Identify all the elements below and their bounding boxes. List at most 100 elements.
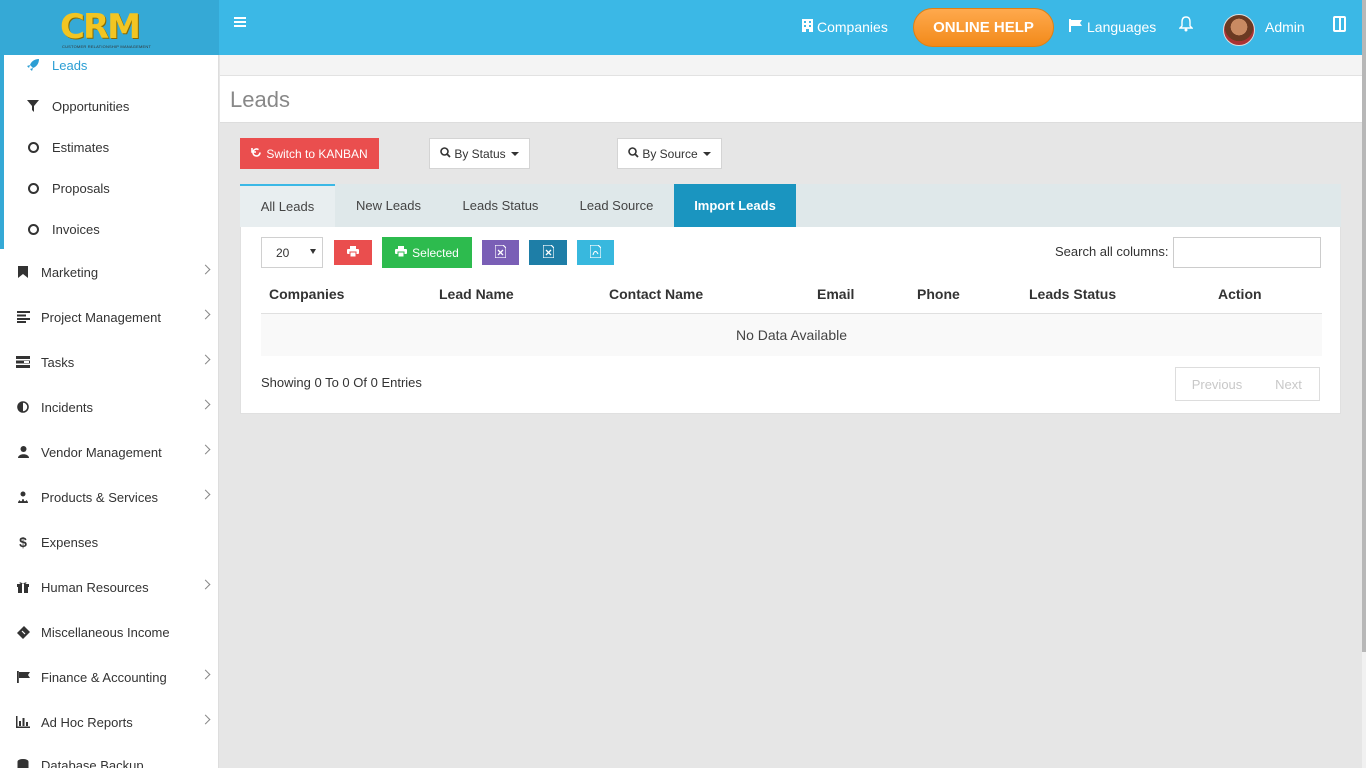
selected-label: Selected — [412, 245, 459, 260]
export-excel-button[interactable] — [482, 240, 519, 265]
companies-label: Companies — [817, 19, 888, 35]
hamburger-menu-icon[interactable] — [233, 15, 251, 33]
column-header-companies[interactable]: Companies — [269, 286, 344, 302]
sidebar-item-estimates[interactable]: Estimates — [26, 137, 109, 157]
sidebar-item-proposals[interactable]: Proposals — [26, 178, 110, 198]
sidebar-item-miscellaneous-income[interactable]: Miscellaneous Income — [16, 622, 211, 642]
sidebar-item-opportunities[interactable]: Opportunities — [26, 96, 129, 116]
tab-all-leads[interactable]: All Leads — [240, 184, 335, 227]
sidebar-toggle-icon[interactable] — [1333, 16, 1346, 32]
print-selected-button[interactable]: Selected — [382, 237, 472, 268]
file-excel-icon — [494, 243, 507, 261]
flag-icon — [1069, 19, 1083, 35]
print-icon — [395, 245, 408, 260]
sidebar-item-label: Opportunities — [52, 98, 130, 114]
sidebar-item-label: Incidents — [41, 399, 94, 415]
print-button[interactable] — [334, 240, 372, 265]
logo-text: CRM — [60, 7, 141, 47]
building-icon — [802, 19, 813, 35]
align-left-icon — [16, 310, 30, 324]
chevron-right-icon — [200, 399, 211, 410]
rocket-icon — [26, 58, 40, 72]
online-help-button[interactable]: ONLINE HELP — [913, 8, 1054, 47]
previous-page-button[interactable]: Previous — [1175, 367, 1259, 401]
sidebar-item-project-management[interactable]: Project Management — [16, 307, 211, 327]
sidebar-item-label: Finance & Accounting — [41, 669, 167, 685]
sidebar-item-database-backup[interactable]: Database Backup — [16, 755, 211, 768]
avatar[interactable] — [1223, 14, 1255, 46]
switch-to-kanban-button[interactable]: Switch to KANBAN — [240, 138, 379, 169]
sidebar-item-label: Expenses — [41, 534, 99, 550]
chevron-right-icon — [200, 489, 211, 500]
file-pdf-icon — [589, 243, 602, 261]
sidebar-item-label: Proposals — [52, 180, 110, 196]
page-title: Leads — [230, 87, 290, 112]
sidebar-item-tasks[interactable]: Tasks — [16, 352, 211, 372]
column-header-lead-name[interactable]: Lead Name — [439, 286, 514, 302]
bar-chart-icon — [16, 715, 30, 729]
sidebar-item-label: Vendor Management — [41, 444, 162, 460]
logo-subtitle: CUSTOMER RELATIONSHIP MANAGEMENT — [62, 44, 152, 49]
sidebar-item-marketing[interactable]: Marketing — [16, 262, 211, 282]
search-label: Search all columns: — [1055, 244, 1169, 259]
logo-area: CRM CUSTOMER RELATIONSHIP MANAGEMENT — [0, 0, 219, 55]
column-header-email[interactable]: Email — [817, 286, 854, 302]
user-icon — [16, 445, 30, 459]
sidebar-item-ad-hoc-reports[interactable]: Ad Hoc Reports — [16, 712, 211, 732]
sidebar-item-label: Estimates — [52, 139, 110, 155]
sidebar-item-leads[interactable]: Leads — [26, 55, 87, 75]
companies-link[interactable]: Companies — [802, 19, 888, 35]
export-pdf-button[interactable] — [577, 240, 614, 265]
sidebar-item-finance-accounting[interactable]: Finance & Accounting — [16, 667, 211, 687]
tab-lead-source[interactable]: Lead Source — [559, 184, 674, 227]
search-icon — [440, 146, 451, 161]
sidebar-item-label: Database Backup — [41, 757, 144, 768]
scrollbar-thumb[interactable] — [1362, 0, 1366, 652]
tab-leads-status[interactable]: Leads Status — [442, 184, 559, 227]
languages-link[interactable]: Languages — [1069, 19, 1156, 35]
chevron-right-icon — [200, 309, 211, 320]
circle-icon — [26, 181, 40, 195]
tab-new-leads[interactable]: New Leads — [335, 184, 442, 227]
circle-icon — [26, 140, 40, 154]
column-header-phone[interactable]: Phone — [917, 286, 960, 302]
tab-import-leads[interactable]: Import Leads — [674, 184, 796, 227]
sidebar-item-invoices[interactable]: Invoices — [26, 219, 100, 239]
caret-down-icon — [510, 151, 519, 156]
by-source-dropdown[interactable]: By Source — [617, 138, 722, 169]
sidebar-item-label: Leads — [52, 57, 88, 73]
languages-label: Languages — [1087, 19, 1157, 35]
table-info: Showing 0 To 0 Of 0 Entries — [261, 375, 422, 390]
circle-icon — [26, 222, 40, 236]
column-header-contact-name[interactable]: Contact Name — [609, 286, 703, 302]
chevron-right-icon — [200, 444, 211, 455]
export-csv-button[interactable] — [529, 240, 567, 265]
page-length-value: 20 — [276, 245, 290, 260]
sidebar-item-label: Invoices — [52, 221, 100, 237]
column-header-leads-status[interactable]: Leads Status — [1029, 286, 1116, 302]
sidebar-item-products-services[interactable]: Products & Services — [16, 487, 211, 507]
bell-icon[interactable] — [1178, 16, 1194, 32]
sidebar-item-expenses[interactable]: $ Expenses — [16, 532, 211, 552]
column-header-action[interactable]: Action — [1218, 286, 1262, 302]
by-status-dropdown[interactable]: By Status — [429, 138, 530, 169]
print-icon — [347, 245, 359, 260]
sidebar-item-incidents[interactable]: Incidents — [16, 397, 211, 417]
select-arrow-icon — [310, 249, 316, 254]
database-icon — [16, 758, 30, 768]
users-icon — [16, 490, 30, 504]
next-page-button[interactable]: Next — [1258, 367, 1320, 401]
page-length-select[interactable]: 20 — [261, 237, 323, 268]
user-name[interactable]: Admin — [1265, 19, 1305, 35]
search-all-columns-input[interactable] — [1173, 237, 1321, 268]
page-header: Leads — [220, 76, 1362, 123]
sidebar-item-label: Tasks — [41, 354, 75, 370]
table-empty-row: No Data Available — [261, 314, 1322, 356]
crm-logo[interactable]: CRM CUSTOMER RELATIONSHIP MANAGEMENT — [60, 8, 160, 50]
sidebar-item-human-resources[interactable]: Human Resources — [16, 577, 211, 597]
flag-icon — [16, 670, 30, 684]
sidebar-item-vendor-management[interactable]: Vendor Management — [16, 442, 211, 462]
bookmark-icon — [16, 265, 30, 279]
by-status-label: By Status — [454, 146, 506, 161]
chevron-right-icon — [200, 354, 211, 365]
